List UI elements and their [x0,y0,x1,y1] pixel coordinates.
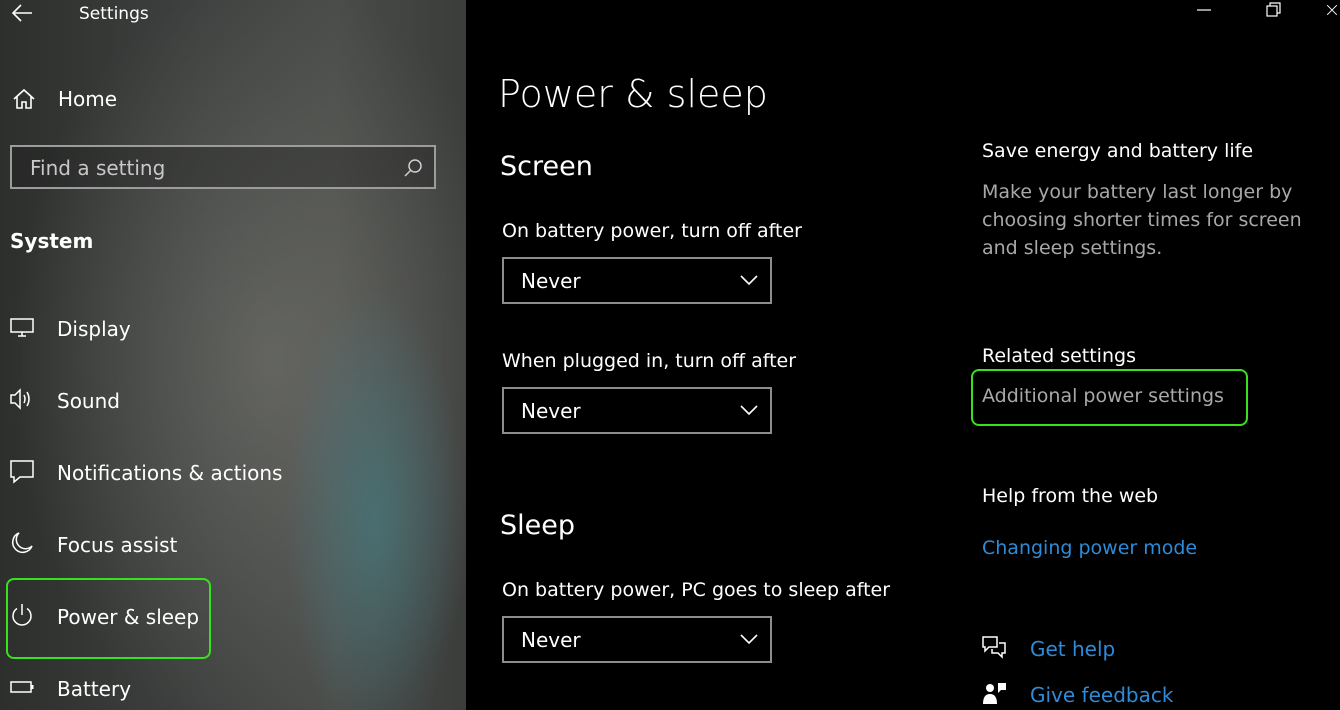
close-icon[interactable] [1324,0,1340,20]
home-icon [13,88,35,109]
app-title: Settings [79,4,149,24]
help-web-title: Help from the web [982,485,1159,507]
highlight-additional-power [971,369,1248,426]
sidebar-item-notifications[interactable]: Notifications & actions [0,452,466,492]
save-energy-description: Make your battery last longer by choosin… [982,181,1302,259]
back-arrow-icon[interactable] [10,2,34,24]
sleep-battery-dropdown[interactable]: Never [502,616,772,663]
sidebar: Settings Home System Display Sound [0,0,466,710]
search-box[interactable] [10,145,436,189]
search-input[interactable] [28,155,392,181]
battery-icon [10,681,34,693]
section-sleep-title: Sleep [500,510,576,541]
main-content: Power & sleep Screen On battery power, t… [466,0,1340,710]
sidebar-item-home[interactable]: Home [0,80,466,120]
save-energy-title: Save energy and battery life [982,140,1254,162]
changing-power-mode-link[interactable]: Changing power mode [982,537,1197,559]
related-settings-title: Related settings [982,345,1136,367]
get-help-link[interactable]: Get help [1030,637,1115,661]
highlight-power-sleep [6,578,211,659]
page-title: Power & sleep [498,72,768,116]
sidebar-item-label: Focus assist [57,533,178,557]
section-title: System [10,229,94,253]
chevron-down-icon [740,275,758,286]
minimize-icon[interactable] [1194,0,1214,20]
notification-icon [10,460,34,484]
sidebar-item-label: Sound [57,389,120,413]
search-icon[interactable] [402,157,424,179]
speaker-icon [10,388,30,410]
screen-battery-dropdown[interactable]: Never [502,257,772,304]
dropdown-value: Never [521,628,581,652]
chevron-down-icon [740,634,758,645]
sidebar-item-label: Display [57,317,131,341]
screen-plugged-label: When plugged in, turn off after [502,350,797,372]
sidebar-item-sound[interactable]: Sound [0,380,466,420]
sidebar-item-focus-assist[interactable]: Focus assist [0,524,466,564]
feedback-icon [983,683,1006,704]
get-help-icon [982,636,1006,659]
section-screen-title: Screen [500,151,593,182]
chevron-down-icon [740,405,758,416]
sidebar-item-label: Battery [57,677,132,701]
dropdown-value: Never [521,269,581,293]
screen-battery-label: On battery power, turn off after [502,220,802,242]
dropdown-value: Never [521,399,581,423]
sidebar-item-battery[interactable]: Battery [0,668,466,708]
display-icon [10,318,34,337]
moon-icon [12,532,33,553]
sidebar-item-label: Notifications & actions [57,461,283,485]
home-label: Home [58,87,118,111]
restore-icon[interactable] [1264,0,1284,20]
give-feedback-link[interactable]: Give feedback [1030,683,1173,707]
sidebar-item-display[interactable]: Display [0,308,466,348]
sleep-battery-label: On battery power, PC goes to sleep after [502,579,891,601]
screen-plugged-dropdown[interactable]: Never [502,387,772,434]
